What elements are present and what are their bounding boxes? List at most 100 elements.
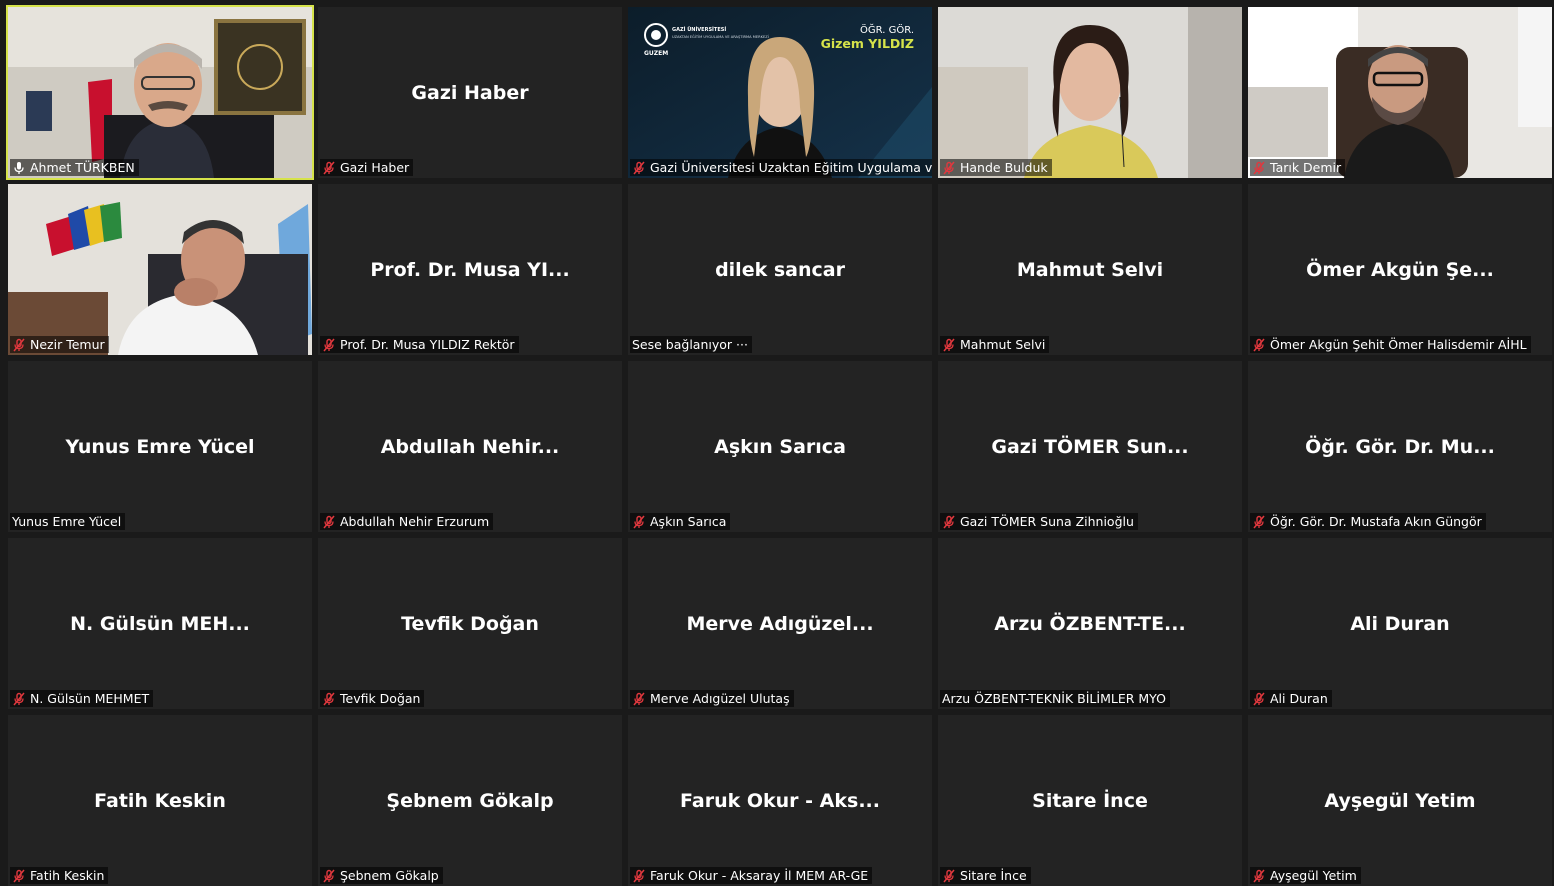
participant-name-label: Ömer Akgün Şehit Ömer Halisdemir AİHL xyxy=(1250,336,1531,353)
participant-tile[interactable]: Öğr. Gör. Dr. Mu... Öğr. Gör. Dr. Mustaf… xyxy=(1248,361,1552,532)
participant-name-label: Sese bağlanıyor ··· xyxy=(630,336,752,353)
participant-display-name: Gazi Haber xyxy=(411,81,529,104)
participant-display-name: Abdullah Nehir... xyxy=(380,435,560,458)
participant-display-name: Yunus Emre Yücel xyxy=(65,435,255,458)
participant-name-label: Nezir Temur xyxy=(10,336,109,353)
participant-name-text: N. Gülsün MEHMET xyxy=(30,691,150,706)
participant-name-text: Tevfik Doğan xyxy=(340,691,421,706)
svg-text:Gizem YILDIZ: Gizem YILDIZ xyxy=(821,36,914,51)
participant-display-name: dilek sancar xyxy=(715,258,845,281)
participant-name-label: Ali Duran xyxy=(1250,690,1332,707)
participant-display-name: Tevfik Doğan xyxy=(401,612,539,635)
participant-name-text: Merve Adıgüzel Ulutaş xyxy=(650,691,790,706)
participant-tile[interactable]: Abdullah Nehir... Abdullah Nehir Erzurum xyxy=(318,361,622,532)
participant-name-label: Öğr. Gör. Dr. Mustafa Akın Güngör xyxy=(1250,513,1486,530)
participant-name-text: Nezir Temur xyxy=(30,337,105,352)
participant-tile[interactable]: Ahmet TÜRKBEN xyxy=(6,5,314,180)
participant-name-label: Fatih Keskin xyxy=(10,867,109,884)
participant-display-name: Aşkın Sarıca xyxy=(714,435,846,458)
participant-tile[interactable]: Fatih Keskin Fatih Keskin xyxy=(8,715,312,886)
mic-muted-icon xyxy=(632,515,646,529)
participant-tile[interactable]: Gazi TÖMER Sun... Gazi TÖMER Suna Zihnio… xyxy=(938,361,1242,532)
svg-text:UZAKTAN EĞİTİM UYGULAMA VE ARA: UZAKTAN EĞİTİM UYGULAMA VE ARAŞTIRMA MER… xyxy=(672,34,769,39)
participant-display-name: Prof. Dr. Musa YI... xyxy=(370,258,570,281)
mic-muted-icon xyxy=(942,515,956,529)
participant-display-name: Mahmut Selvi xyxy=(1016,258,1164,281)
participant-tile[interactable]: Ayşegül Yetim Ayşegül Yetim xyxy=(1248,715,1552,886)
participant-name-label: Prof. Dr. Musa YILDIZ Rektör xyxy=(320,336,519,353)
mic-muted-icon xyxy=(322,338,336,352)
participant-tile[interactable]: Sitare İnce Sitare İnce xyxy=(938,715,1242,886)
participant-tile[interactable]: GAZİ ÜNİVERSİTESİ UZAKTAN EĞİTİM UYGULAM… xyxy=(628,7,932,178)
mic-muted-icon xyxy=(322,869,336,883)
participant-name-text: Ayşegül Yetim xyxy=(1270,868,1357,883)
mic-muted-icon xyxy=(1252,869,1266,883)
participant-tile[interactable]: N. Gülsün MEH... N. Gülsün MEHMET xyxy=(8,538,312,709)
participant-tile[interactable]: Prof. Dr. Musa YI... Prof. Dr. Musa YILD… xyxy=(318,184,622,355)
svg-text:ÖĞR. GÖR.: ÖĞR. GÖR. xyxy=(860,23,914,36)
participant-name-text: Ömer Akgün Şehit Ömer Halisdemir AİHL xyxy=(1270,337,1527,352)
participant-tile[interactable]: Ali Duran Ali Duran xyxy=(1248,538,1552,709)
participant-name-label: Şebnem Gökalp xyxy=(320,867,443,884)
participant-tile[interactable]: Yunus Emre Yücel Yunus Emre Yücel xyxy=(8,361,312,532)
participant-display-name: Faruk Okur - Aks... xyxy=(680,789,880,812)
participant-name-text: Aşkın Sarıca xyxy=(650,514,727,529)
svg-text:GAZİ ÜNİVERSİTESİ: GAZİ ÜNİVERSİTESİ xyxy=(672,26,726,33)
participant-name-text: Gazi TÖMER Suna Zihnioğlu xyxy=(960,514,1134,529)
participant-display-name: Gazi TÖMER Sun... xyxy=(991,435,1189,458)
participant-name-text: Sitare İnce xyxy=(960,868,1027,883)
participant-display-name: Ömer Akgün Şe... xyxy=(1306,258,1494,281)
participant-name-text: Tarık Demir xyxy=(1270,160,1342,175)
participant-display-name: N. Gülsün MEH... xyxy=(70,612,250,635)
mic-muted-icon xyxy=(942,869,956,883)
mic-muted-icon xyxy=(1252,515,1266,529)
mic-muted-icon xyxy=(322,692,336,706)
mic-muted-icon xyxy=(12,338,26,352)
participant-name-text: Mahmut Selvi xyxy=(960,337,1046,352)
mic-muted-icon xyxy=(1252,338,1266,352)
mic-muted-icon xyxy=(1252,161,1266,175)
mic-muted-icon xyxy=(322,515,336,529)
participant-name-text: Fatih Keskin xyxy=(30,868,105,883)
participant-name-text: Prof. Dr. Musa YILDIZ Rektör xyxy=(340,337,515,352)
participant-tile[interactable]: Faruk Okur - Aks... Faruk Okur - Aksaray… xyxy=(628,715,932,886)
participant-name-label: Hande Bulduk xyxy=(940,159,1052,176)
participant-name-text: Gazi Haber xyxy=(340,160,410,175)
participant-display-name: Fatih Keskin xyxy=(94,789,226,812)
participant-name-text: Yunus Emre Yücel xyxy=(12,514,122,529)
participant-name-text: Hande Bulduk xyxy=(960,160,1048,175)
participant-display-name: Ali Duran xyxy=(1350,612,1450,635)
participant-name-text: Faruk Okur - Aksaray İl MEM AR-GE xyxy=(650,868,869,883)
participant-tile[interactable]: Ömer Akgün Şe... Ömer Akgün Şehit Ömer H… xyxy=(1248,184,1552,355)
mic-muted-icon xyxy=(632,692,646,706)
participant-tile[interactable]: dilek sancar Sese bağlanıyor ··· xyxy=(628,184,932,355)
participant-name-label: Ahmet TÜRKBEN xyxy=(10,159,139,176)
participant-tile[interactable]: Hande Bulduk xyxy=(938,7,1242,178)
participant-tile[interactable]: Mahmut Selvi Mahmut Selvi xyxy=(938,184,1242,355)
participant-tile[interactable]: Merve Adıgüzel... Merve Adıgüzel Ulutaş xyxy=(628,538,932,709)
participant-name-text: Ahmet TÜRKBEN xyxy=(30,160,135,175)
participant-tile[interactable]: Nezir Temur xyxy=(8,184,312,355)
participant-name-label: Merve Adıgüzel Ulutaş xyxy=(630,690,794,707)
participant-tile[interactable]: Tevfik Doğan Tevfik Doğan xyxy=(318,538,622,709)
participant-display-name: Şebnem Gökalp xyxy=(386,789,554,812)
mic-muted-icon xyxy=(12,692,26,706)
participant-name-label: N. Gülsün MEHMET xyxy=(10,690,154,707)
participant-name-label: Sitare İnce xyxy=(940,867,1031,884)
participant-name-label: Arzu ÖZBENT-TEKNİK BİLİMLER MYO xyxy=(940,690,1170,707)
participant-name-text: Ali Duran xyxy=(1270,691,1328,706)
mic-muted-icon xyxy=(942,338,956,352)
mic-muted-icon xyxy=(632,161,646,175)
participant-display-name: Öğr. Gör. Dr. Mu... xyxy=(1305,435,1495,458)
mic-muted-icon xyxy=(1252,692,1266,706)
participant-tile[interactable]: Tarık Demir xyxy=(1248,7,1552,178)
participant-tile[interactable]: Şebnem Gökalp Şebnem Gökalp xyxy=(318,715,622,886)
participant-name-label: Ayşegül Yetim xyxy=(1250,867,1361,884)
participant-tile[interactable]: Aşkın Sarıca Aşkın Sarıca xyxy=(628,361,932,532)
participant-name-label: Gazi Haber xyxy=(320,159,414,176)
participant-name-label: Tevfik Doğan xyxy=(320,690,425,707)
participant-name-text: Abdullah Nehir Erzurum xyxy=(340,514,490,529)
participant-tile[interactable]: Gazi Haber Gazi Haber xyxy=(318,7,622,178)
video-gallery-grid: Ahmet TÜRKBEN Gazi Haber Gazi Haber GAZİ … xyxy=(0,0,1554,886)
participant-tile[interactable]: Arzu ÖZBENT-TE... Arzu ÖZBENT-TEKNİK BİLİ… xyxy=(938,538,1242,709)
